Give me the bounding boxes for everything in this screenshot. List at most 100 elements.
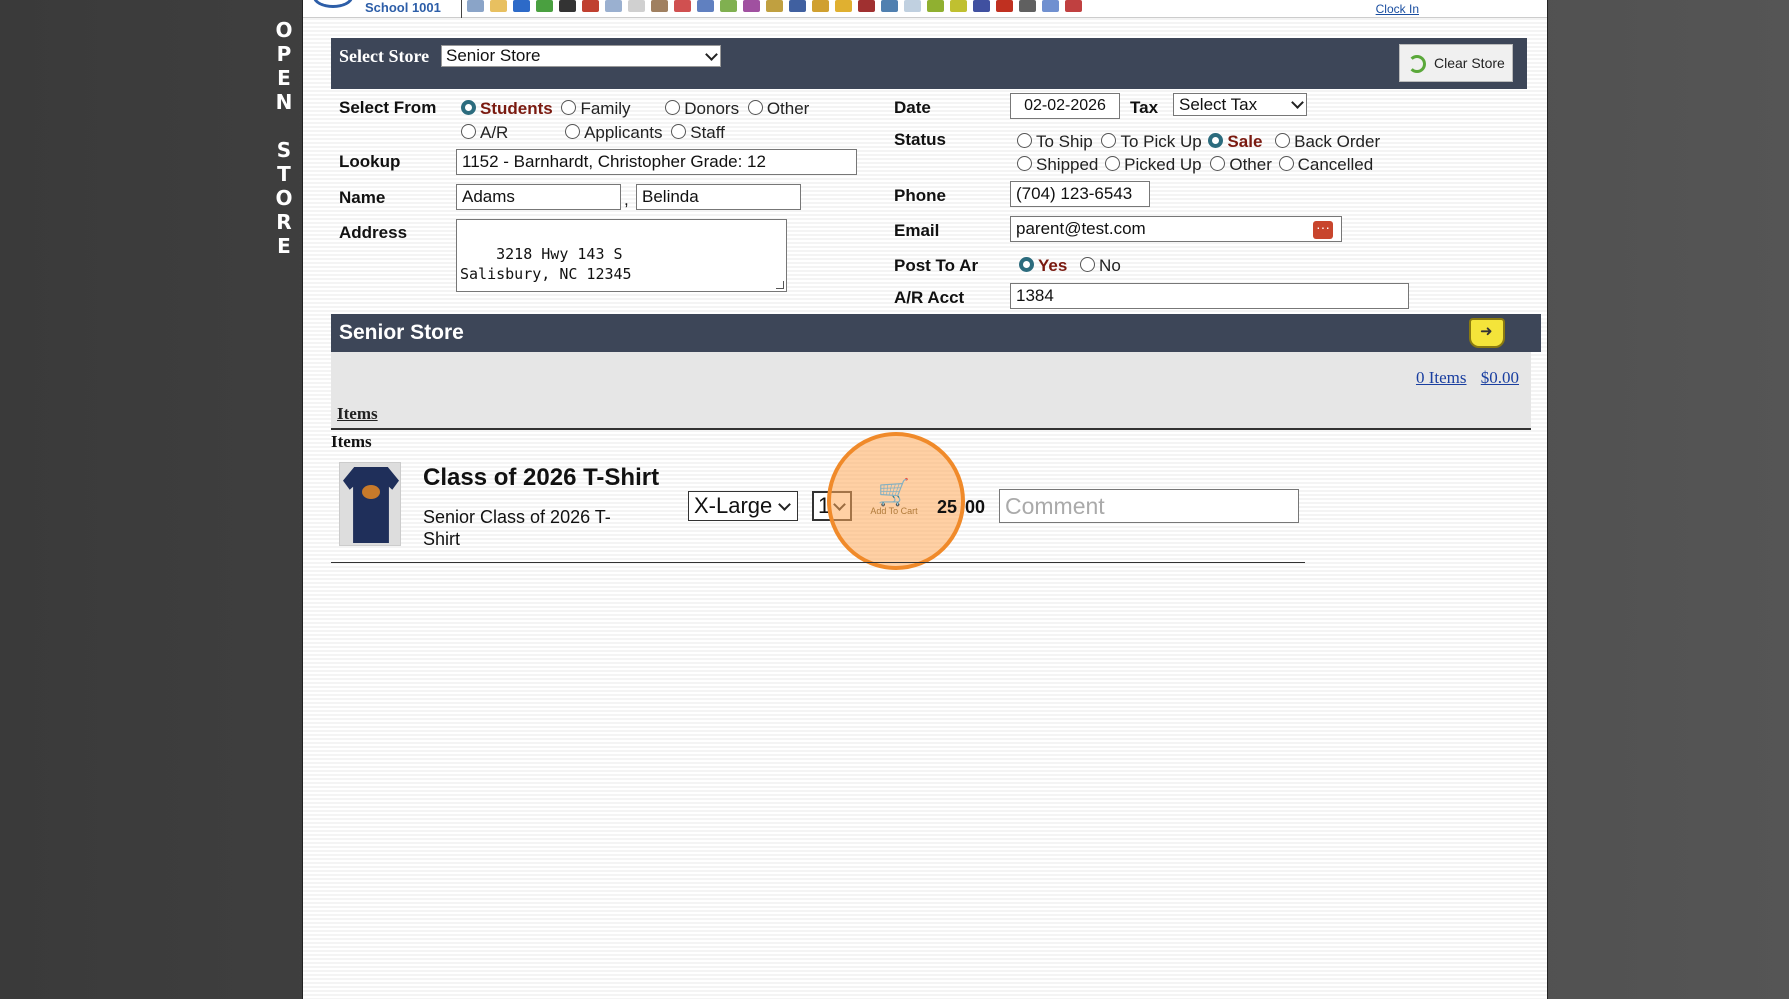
date-input[interactable]: 02-02-2026 bbox=[1010, 93, 1120, 119]
document-icon[interactable] bbox=[605, 0, 622, 12]
select-from-label: Select From bbox=[339, 98, 437, 117]
email-label: Email bbox=[894, 221, 940, 240]
radio-cancelled[interactable]: Cancelled bbox=[1278, 155, 1373, 174]
school-logo-icon bbox=[313, 0, 353, 8]
plus-icon[interactable] bbox=[536, 0, 553, 12]
phone-input[interactable]: (704) 123-6543 bbox=[1010, 181, 1150, 207]
users-icon[interactable] bbox=[674, 0, 691, 12]
tools-icon[interactable] bbox=[651, 0, 668, 12]
phone-icon[interactable] bbox=[559, 0, 576, 12]
status-radios: To Ship To Pick Up Sale Back Order Shipp… bbox=[1017, 130, 1417, 176]
radio-family[interactable]: Family bbox=[561, 99, 631, 118]
senior-store-header: Senior Store bbox=[331, 314, 1541, 352]
last-name-input[interactable]: Adams bbox=[456, 184, 621, 210]
notes-icon[interactable] bbox=[628, 0, 645, 12]
calendar-icon[interactable] bbox=[490, 0, 507, 12]
pdf-icon[interactable] bbox=[996, 0, 1013, 12]
radio-back-order[interactable]: Back Order bbox=[1275, 132, 1380, 151]
radio-ar[interactable]: A/R bbox=[461, 123, 508, 142]
cart-items-link[interactable]: 0 Items bbox=[1416, 368, 1467, 387]
list-icon[interactable] bbox=[950, 0, 967, 12]
cart-total-link[interactable]: $0.00 bbox=[1481, 368, 1519, 387]
add-to-cart-button[interactable]: 🛒 Add To Cart bbox=[863, 478, 925, 528]
select-store-label: Select Store bbox=[339, 46, 430, 66]
money-icon[interactable] bbox=[766, 0, 783, 12]
search-icon[interactable] bbox=[467, 0, 484, 12]
chevron-down-icon bbox=[778, 498, 791, 511]
ar-acct-label: A/R Acct bbox=[894, 288, 965, 307]
radio-staff[interactable]: Staff bbox=[671, 123, 725, 142]
size-value: X-Large bbox=[694, 493, 773, 518]
address-label: Address bbox=[339, 223, 408, 242]
megaphone-icon[interactable] bbox=[582, 0, 599, 12]
tax-label: Tax bbox=[1130, 98, 1159, 117]
radio-picked-up[interactable]: Picked Up bbox=[1105, 155, 1202, 174]
radio-students[interactable]: Students bbox=[461, 99, 553, 118]
top-toolbar: School 1001 Clock In bbox=[303, 0, 1547, 18]
radio-donors[interactable]: Donors bbox=[665, 99, 739, 118]
clear-store-button[interactable]: Clear Store bbox=[1399, 44, 1513, 82]
tax-select-value: Select Tax bbox=[1179, 95, 1258, 114]
tax-select[interactable]: Select Tax bbox=[1173, 93, 1307, 116]
radio-to-pick-up[interactable]: To Pick Up bbox=[1101, 132, 1202, 151]
radio-no[interactable]: No bbox=[1080, 256, 1121, 275]
cart-panel: 0 Items $0.00 Items bbox=[331, 352, 1531, 430]
shopping-cart-icon[interactable] bbox=[1469, 318, 1505, 348]
lookup-input[interactable]: 1152 - Barnhardt, Christopher Grade: 12 bbox=[456, 149, 857, 175]
award-icon[interactable] bbox=[812, 0, 829, 12]
clock-in-link[interactable]: Clock In bbox=[1376, 2, 1419, 16]
items-tab-link[interactable]: Items bbox=[337, 404, 378, 424]
help-icon[interactable] bbox=[1042, 0, 1059, 12]
store-select[interactable]: Senior Store bbox=[441, 45, 721, 67]
add-cart-icon: 🛒 bbox=[877, 477, 911, 507]
store-select-value: Senior Store bbox=[446, 46, 541, 65]
building-icon[interactable] bbox=[858, 0, 875, 12]
comment-input[interactable]: Comment bbox=[999, 489, 1299, 523]
radio-shipped[interactable]: Shipped bbox=[1017, 155, 1098, 174]
date-label: Date bbox=[894, 98, 931, 117]
status-label: Status bbox=[894, 130, 946, 149]
toolbar-divider bbox=[461, 0, 462, 18]
gear-icon[interactable] bbox=[881, 0, 898, 12]
radio-sale[interactable]: Sale bbox=[1208, 132, 1262, 151]
person-icon[interactable] bbox=[697, 0, 714, 12]
table-icon[interactable] bbox=[904, 0, 921, 12]
book-icon[interactable] bbox=[789, 0, 806, 12]
first-name-input[interactable]: Belinda bbox=[636, 184, 801, 210]
size-select[interactable]: X-Large bbox=[688, 491, 798, 521]
app-icon[interactable] bbox=[973, 0, 990, 12]
arrow-icon[interactable] bbox=[835, 0, 852, 12]
address-textarea[interactable]: 3218 Hwy 143 S Salisbury, NC 12345 bbox=[456, 219, 787, 292]
open-store-vertical-label: O P E N S T O R E bbox=[270, 18, 298, 258]
chevron-down-icon bbox=[705, 48, 718, 61]
email-options-icon[interactable]: ··· bbox=[1313, 220, 1333, 239]
at-email-icon[interactable] bbox=[513, 0, 530, 12]
leaf-icon[interactable] bbox=[720, 0, 737, 12]
group-icon[interactable] bbox=[743, 0, 760, 12]
radio-yes[interactable]: Yes bbox=[1019, 256, 1067, 275]
items-heading: Items bbox=[331, 432, 372, 451]
resize-handle-icon[interactable] bbox=[776, 281, 784, 289]
power-icon[interactable] bbox=[1065, 0, 1082, 12]
side-letter: P bbox=[276, 42, 292, 66]
product-title: Class of 2026 T-Shirt bbox=[423, 464, 660, 491]
lookup-label: Lookup bbox=[339, 152, 401, 171]
chart-icon[interactable] bbox=[927, 0, 944, 12]
side-letter: R bbox=[276, 210, 292, 234]
radio-applicants[interactable]: Applicants bbox=[565, 123, 663, 142]
side-letter: E bbox=[277, 234, 291, 258]
select-from-radios: Students Family Donors Other A/R Applica… bbox=[461, 97, 821, 145]
cart-summary: 0 Items $0.00 bbox=[1406, 368, 1519, 388]
radio-status-other[interactable]: Other bbox=[1210, 155, 1272, 174]
store-page: School 1001 Clock In Select Store Senior… bbox=[302, 0, 1548, 999]
product-price: 25 00 bbox=[937, 497, 985, 518]
product-description: Senior Class of 2026 T-Shirt bbox=[423, 507, 611, 549]
email-input[interactable]: parent@test.com ··· bbox=[1010, 216, 1342, 242]
price-dollars: 25 bbox=[937, 497, 958, 517]
ar-acct-input[interactable]: 1384 bbox=[1010, 283, 1409, 309]
item-divider bbox=[331, 562, 1305, 563]
printer-icon[interactable] bbox=[1019, 0, 1036, 12]
tshirt-icon bbox=[343, 467, 399, 543]
radio-other[interactable]: Other bbox=[747, 99, 809, 118]
radio-to-ship[interactable]: To Ship bbox=[1017, 132, 1093, 151]
